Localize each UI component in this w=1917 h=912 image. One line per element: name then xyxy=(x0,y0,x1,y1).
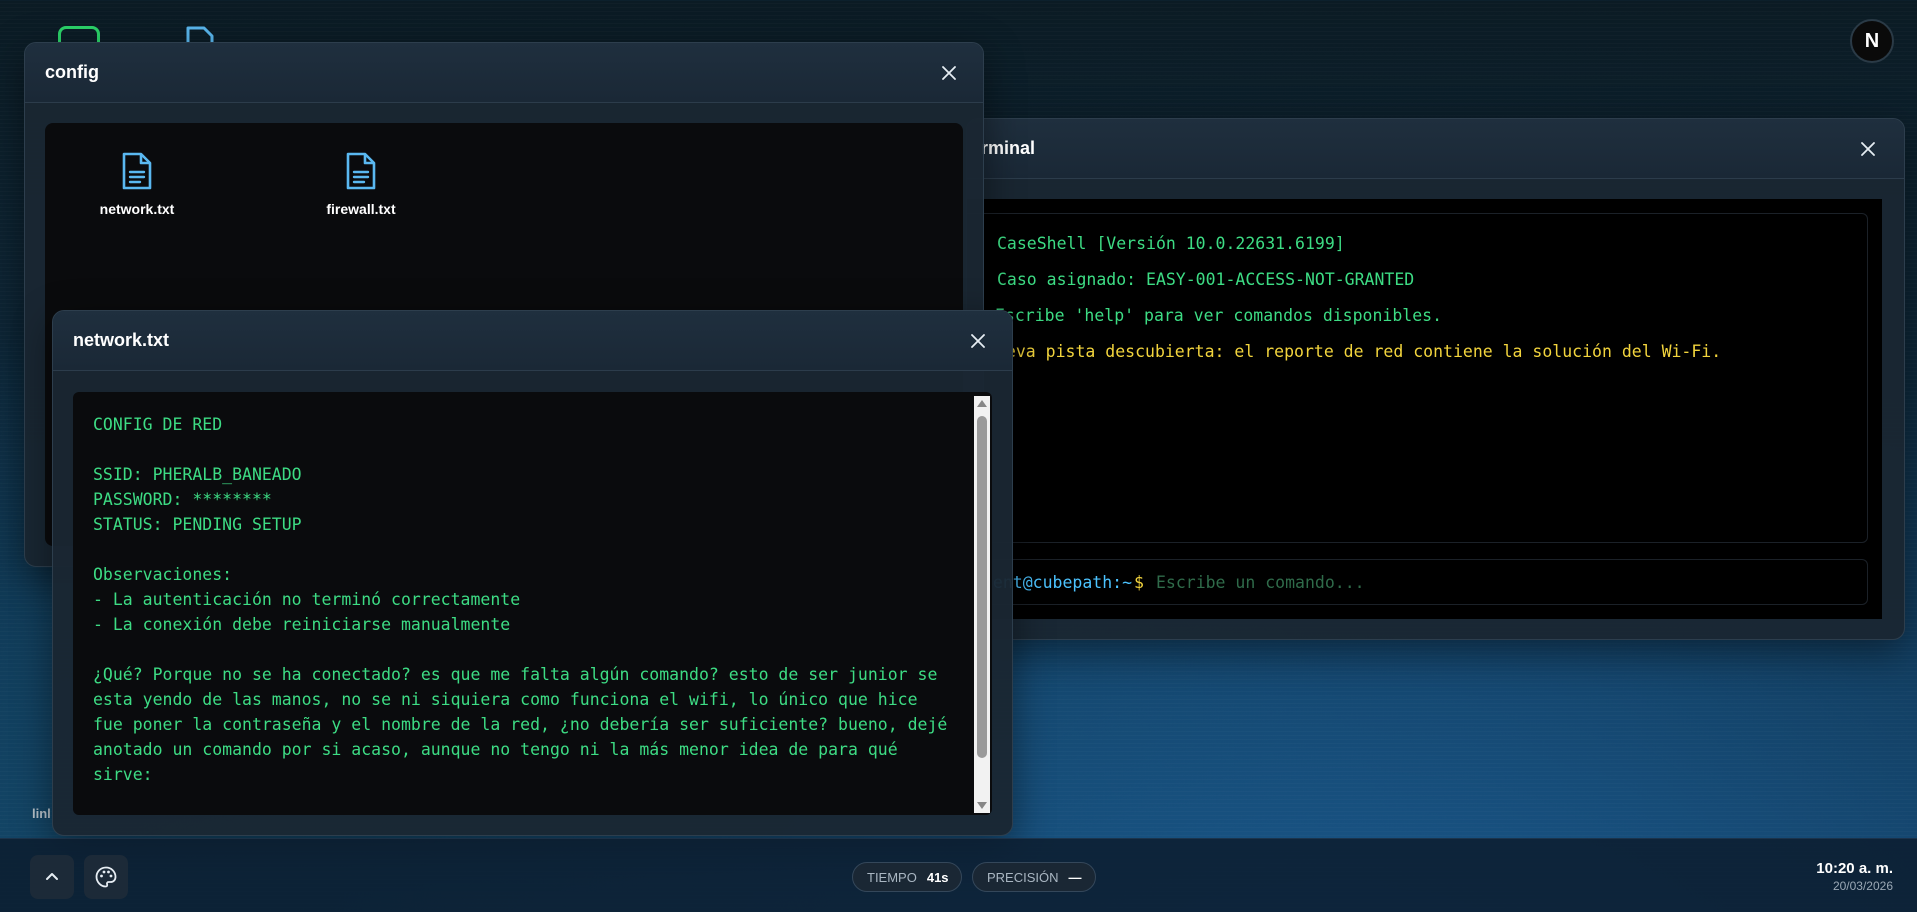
network-txt-titlebar[interactable]: network.txt xyxy=(53,311,1012,371)
prompt-symbol: $ xyxy=(1134,572,1144,592)
close-button[interactable] xyxy=(935,59,963,87)
start-menu-button[interactable] xyxy=(30,855,74,899)
precision-value: — xyxy=(1068,869,1082,885)
window-title: network.txt xyxy=(73,330,170,350)
terminal-line: ueva pista descubierta: el reporte de re… xyxy=(996,342,1722,361)
text-viewer: CONFIG DE RED SSID: PHERALB_BANEADO PASS… xyxy=(73,392,992,815)
timer-value: 41s xyxy=(926,869,949,885)
desktop-icon-label: linl xyxy=(32,806,51,821)
document-icon xyxy=(122,152,152,190)
close-icon xyxy=(942,65,956,80)
close-button[interactable] xyxy=(1854,135,1882,163)
vertical-scrollbar[interactable] xyxy=(974,396,990,813)
user-avatar[interactable]: N xyxy=(1850,19,1894,63)
clock: 10:20 a. m. 20/03/2026 xyxy=(1816,860,1893,893)
timer-label: TIEMPO xyxy=(867,869,917,885)
terminal-window: rminal CaseShell [Versión 10.0.22631.619… xyxy=(966,118,1905,640)
file-name: network.txt xyxy=(99,201,175,217)
terminal-line: Escribe 'help' para ver comandos disponi… xyxy=(995,306,1443,325)
chevron-up-icon xyxy=(46,873,58,880)
close-icon xyxy=(1861,141,1875,156)
timer-pill: TIEMPO 41s xyxy=(852,862,962,892)
terminal-line: CaseShell [Versión 10.0.22631.6199] xyxy=(997,234,1345,253)
terminal-line: Caso asignado: EASY-001-ACCESS-NOT-GRANT… xyxy=(997,270,1415,289)
close-icon xyxy=(971,333,985,348)
document-icon xyxy=(346,152,376,190)
clock-time: 10:20 a. m. xyxy=(1816,860,1893,877)
taskbar: TIEMPO 41s PRECISIÓN — 10:20 a. m. 20/03… xyxy=(0,838,1917,912)
file-item[interactable]: firewall.txt xyxy=(291,151,431,217)
scroll-thumb[interactable] xyxy=(977,416,987,758)
scroll-up-icon[interactable] xyxy=(977,400,987,407)
command-input[interactable] xyxy=(1153,571,1867,593)
terminal-body: CaseShell [Versión 10.0.22631.6199] Caso… xyxy=(967,199,1882,619)
network-txt-window: network.txt CONFIG DE RED SSID: PHERALB_… xyxy=(52,310,1013,836)
config-titlebar[interactable]: config xyxy=(25,43,983,103)
terminal-input-row[interactable]: gent@cubepath:~ $ xyxy=(967,559,1868,605)
terminal-titlebar[interactable]: rminal xyxy=(967,119,1904,179)
clock-date: 20/03/2026 xyxy=(1832,879,1893,893)
precision-pill: PRECISIÓN — xyxy=(972,862,1096,892)
file-item[interactable]: network.txt xyxy=(67,151,207,217)
window-title: rminal xyxy=(981,138,1036,158)
file-content: CONFIG DE RED SSID: PHERALB_BANEADO PASS… xyxy=(93,415,948,784)
palette-icon xyxy=(95,866,117,888)
terminal-output: CaseShell [Versión 10.0.22631.6199] Caso… xyxy=(967,213,1868,543)
window-title: config xyxy=(45,62,99,82)
precision-label: PRECISIÓN xyxy=(987,869,1059,885)
scroll-down-icon[interactable] xyxy=(977,802,987,809)
file-name: firewall.txt xyxy=(326,201,396,217)
theme-button[interactable] xyxy=(84,855,128,899)
close-button[interactable] xyxy=(964,327,992,355)
